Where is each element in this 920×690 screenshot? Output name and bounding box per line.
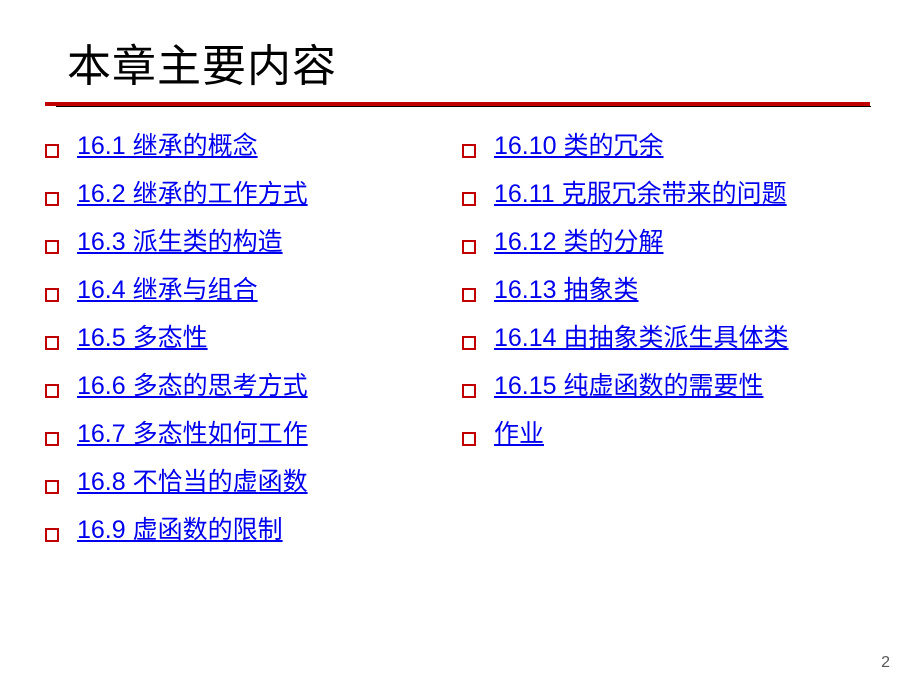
toc-link[interactable]: 16.4 继承与组合: [77, 270, 258, 306]
list-item: 16.3 派生类的构造: [45, 222, 460, 258]
toc-link[interactable]: 16.13 抽象类: [494, 270, 639, 306]
list-item: 16.2 继承的工作方式: [45, 174, 460, 210]
bullet-icon: [45, 480, 59, 494]
bullet-icon: [45, 192, 59, 206]
list-item: 作业: [462, 414, 897, 450]
toc-link[interactable]: 16.9 虚函数的限制: [77, 510, 283, 546]
list-item: 16.8 不恰当的虚函数: [45, 462, 460, 498]
bullet-icon: [45, 336, 59, 350]
bullet-icon: [45, 288, 59, 302]
list-item: 16.15 纯虚函数的需要性: [462, 366, 897, 402]
toc-link[interactable]: 16.3 派生类的构造: [77, 222, 283, 258]
page-number: 2: [881, 654, 890, 672]
bullet-icon: [462, 432, 476, 446]
toc-link[interactable]: 16.8 不恰当的虚函数: [77, 462, 308, 498]
slide-container: 本章主要内容 16.1 继承的概念 16.2 继承的工作方式 16.3 派生类的…: [0, 0, 920, 690]
bullet-icon: [462, 192, 476, 206]
toc-link[interactable]: 16.7 多态性如何工作: [77, 414, 308, 450]
list-item: 16.5 多态性: [45, 318, 460, 354]
bullet-icon: [462, 384, 476, 398]
list-item: 16.1 继承的概念: [45, 126, 460, 162]
bullet-icon: [462, 240, 476, 254]
bullet-icon: [45, 528, 59, 542]
list-item: 16.4 继承与组合: [45, 270, 460, 306]
title-underline: [45, 102, 870, 106]
toc-link[interactable]: 16.12 类的分解: [494, 222, 664, 258]
toc-link[interactable]: 16.15 纯虚函数的需要性: [494, 366, 764, 402]
bullet-icon: [45, 240, 59, 254]
list-item: 16.11 克服冗余带来的问题: [462, 174, 897, 210]
content-columns: 16.1 继承的概念 16.2 继承的工作方式 16.3 派生类的构造 16.4…: [45, 126, 880, 558]
toc-link[interactable]: 16.11 克服冗余带来的问题: [494, 174, 787, 210]
toc-link[interactable]: 作业: [494, 414, 544, 450]
toc-link[interactable]: 16.5 多态性: [77, 318, 208, 354]
list-item: 16.7 多态性如何工作: [45, 414, 460, 450]
slide-title: 本章主要内容: [67, 30, 880, 94]
bullet-icon: [462, 144, 476, 158]
bullet-icon: [45, 432, 59, 446]
list-item: 16.13 抽象类: [462, 270, 897, 306]
list-item: 16.12 类的分解: [462, 222, 897, 258]
bullet-icon: [45, 144, 59, 158]
bullet-icon: [462, 288, 476, 302]
toc-link[interactable]: 16.2 继承的工作方式: [77, 174, 308, 210]
list-item: 16.9 虚函数的限制: [45, 510, 460, 546]
left-column: 16.1 继承的概念 16.2 继承的工作方式 16.3 派生类的构造 16.4…: [45, 126, 460, 558]
right-column: 16.10 类的冗余 16.11 克服冗余带来的问题 16.12 类的分解 16…: [462, 126, 897, 558]
bullet-icon: [462, 336, 476, 350]
toc-link[interactable]: 16.10 类的冗余: [494, 126, 664, 162]
list-item: 16.6 多态的思考方式: [45, 366, 460, 402]
toc-link[interactable]: 16.6 多态的思考方式: [77, 366, 308, 402]
list-item: 16.14 由抽象类派生具体类: [462, 318, 897, 354]
toc-link[interactable]: 16.1 继承的概念: [77, 126, 258, 162]
toc-link[interactable]: 16.14 由抽象类派生具体类: [494, 318, 789, 354]
list-item: 16.10 类的冗余: [462, 126, 897, 162]
bullet-icon: [45, 384, 59, 398]
